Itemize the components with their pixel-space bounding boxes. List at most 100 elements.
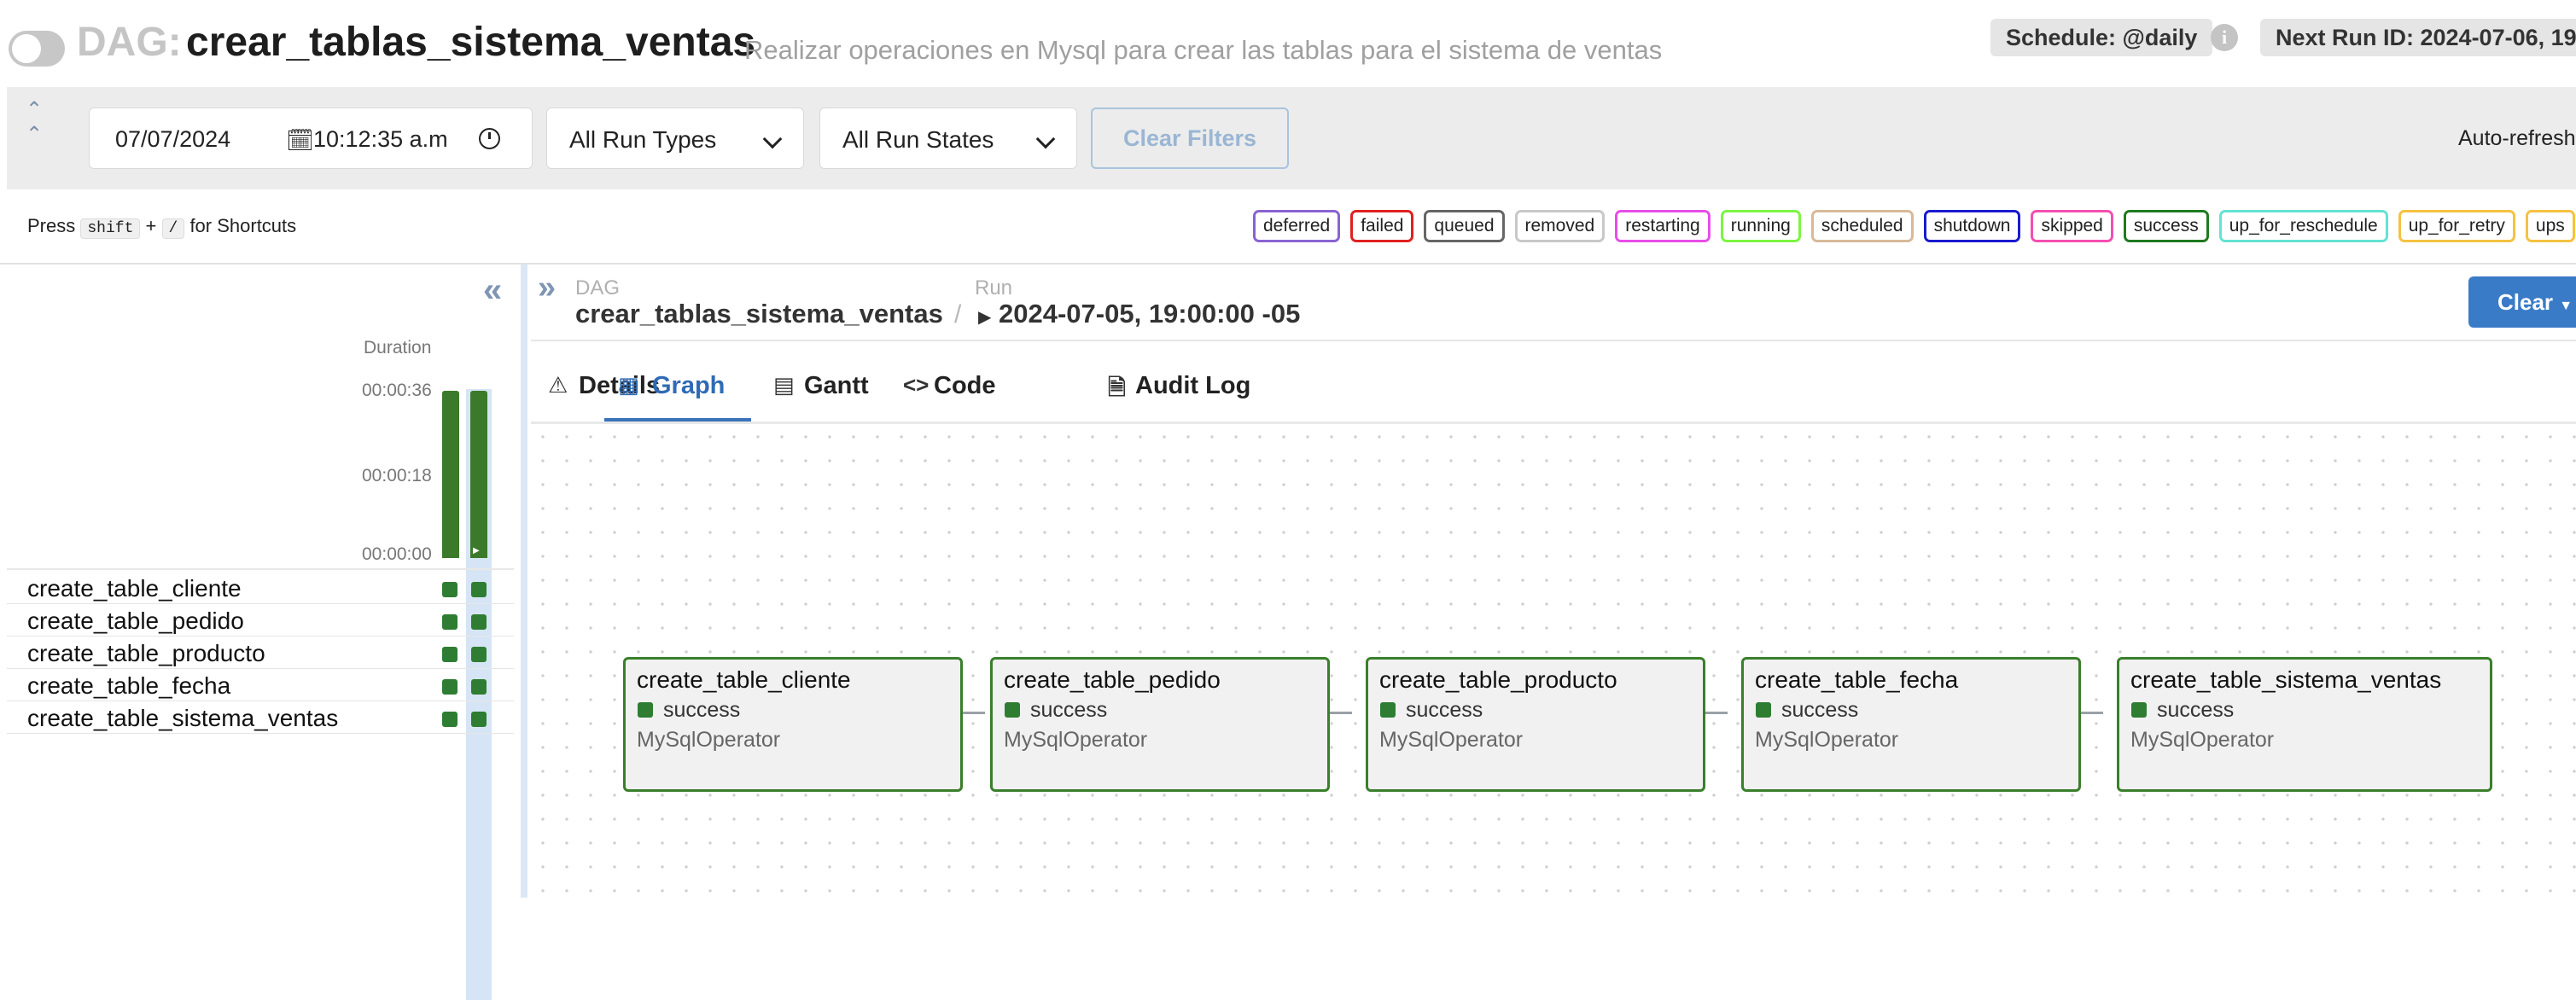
task-row[interactable]: create_table_fecha	[7, 669, 514, 701]
node-task-name: create_table_pedido	[1004, 666, 1221, 693]
run-types-select[interactable]: All Run Types	[546, 108, 804, 169]
task-name[interactable]: create_table_fecha	[27, 672, 230, 700]
legend-pill[interactable]: restarting	[1615, 210, 1711, 242]
graph-edge	[2081, 712, 2103, 714]
legend-pill[interactable]: success	[2123, 210, 2209, 242]
base-date-input[interactable]: 07/07/2024 🗓 10:12:35 a.m	[89, 108, 533, 169]
tab-code[interactable]: <> Code	[903, 350, 1005, 422]
kbd-shift: shift	[80, 218, 141, 239]
chevron-down-icon	[1035, 129, 1056, 149]
legend-pill[interactable]: up_for_retry	[2398, 210, 2515, 242]
task-row[interactable]: create_table_sistema_ventas	[7, 701, 514, 734]
task-row[interactable]: create_table_cliente	[7, 572, 514, 604]
document-search-icon: 🗎	[1108, 375, 1126, 400]
calendar-icon[interactable]: 🗓	[286, 127, 314, 154]
legend-pill[interactable]: scheduled	[1810, 210, 1914, 242]
clear-button[interactable]: Clear ▼	[2468, 276, 2576, 328]
graph-node[interactable]: create_table_fecha success MySqlOperator	[1741, 657, 2081, 792]
legend-pill[interactable]: running	[1720, 210, 1801, 242]
graph-canvas[interactable]: create_table_cliente success MySqlOperat…	[531, 425, 2576, 898]
task-row[interactable]: create_table_pedido	[7, 604, 514, 637]
tabs-divider	[531, 422, 2576, 424]
run-duration-bar[interactable]	[442, 391, 459, 558]
expand-grid-icon[interactable]: »	[538, 270, 556, 306]
grid-divider	[7, 568, 514, 570]
task-name[interactable]: create_table_producto	[27, 640, 265, 667]
task-instance-success[interactable]	[442, 679, 458, 695]
legend-pill[interactable]: failed	[1350, 210, 1414, 242]
breadcrumb-run-value: 2024-07-05, 19:00:00 -05	[999, 299, 1301, 328]
breadcrumb-dag[interactable]: crear_tablas_sistema_ventas	[575, 299, 943, 329]
grid-panel: « Duration 00:00:36 00:00:18 00:00:00 ▶ …	[0, 265, 521, 1000]
node-state: success	[663, 698, 741, 722]
clock-icon[interactable]	[479, 128, 500, 149]
tab-gantt-label: Gantt	[804, 372, 869, 399]
breadcrumb-run-label: Run	[975, 276, 1013, 299]
node-operator: MySqlOperator	[637, 728, 781, 752]
schedule-badge[interactable]: Schedule: @daily	[1990, 19, 2213, 56]
date-value: 07/07/2024	[115, 126, 231, 152]
shortcuts-press: Press	[27, 215, 76, 236]
auto-refresh-label[interactable]: Auto-refresh	[2458, 126, 2576, 151]
next-run-badge[interactable]: Next Run ID: 2024-07-06, 19	[2260, 19, 2576, 56]
legend-pill[interactable]: ups	[2525, 210, 2575, 242]
success-status-icon	[638, 702, 653, 718]
task-instance-success[interactable]	[471, 614, 487, 630]
tab-graph[interactable]: ▦ Graph	[604, 350, 751, 422]
caret-down-icon: ▼	[2559, 299, 2573, 313]
success-status-icon	[2131, 702, 2147, 718]
node-task-name: create_table_producto	[1379, 666, 1617, 693]
task-instance-success[interactable]	[442, 582, 458, 597]
dag-pause-toggle[interactable]	[9, 31, 65, 67]
run-duration-bar-selected[interactable]	[470, 391, 487, 558]
legend-pill[interactable]: shutdown	[1923, 210, 2021, 242]
duration-tick: 00:00:36	[362, 381, 432, 400]
gantt-icon: ▤	[773, 372, 795, 398]
duration-tick: 00:00:18	[362, 466, 432, 485]
tab-gantt[interactable]: ▤ Gantt	[773, 350, 884, 422]
legend-pill[interactable]: queued	[1424, 210, 1505, 242]
panel-resize-handle[interactable]	[521, 265, 527, 898]
task-name[interactable]: create_table_pedido	[27, 608, 244, 635]
info-icon[interactable]: i	[2211, 24, 2238, 51]
legend-pill[interactable]: deferred	[1253, 210, 1341, 242]
success-status-icon	[1380, 702, 1396, 718]
legend-pill[interactable]: up_for_reschedule	[2218, 210, 2388, 242]
node-task-name: create_table_fecha	[1755, 666, 1959, 693]
tab-code-label: Code	[934, 372, 996, 399]
task-instance-success[interactable]	[471, 647, 487, 662]
shortcuts-plus: +	[145, 215, 157, 236]
graph-edge	[1705, 712, 1728, 714]
legend-pill[interactable]: removed	[1514, 210, 1606, 242]
details-panel: » DAG crear_tablas_sistema_ventas / Run …	[527, 265, 2576, 898]
dag-prefix: DAG:	[77, 20, 182, 65]
run-states-select[interactable]: All Run States	[819, 108, 1077, 169]
task-instance-success[interactable]	[471, 679, 487, 695]
graph-node[interactable]: create_table_cliente success MySqlOperat…	[623, 657, 963, 792]
task-instance-success[interactable]	[442, 614, 458, 630]
legend-pill[interactable]: skipped	[2031, 210, 2113, 242]
tab-audit-log-label: Audit Log	[1135, 372, 1251, 399]
task-name[interactable]: create_table_sistema_ventas	[27, 705, 338, 732]
graph-node[interactable]: create_table_pedido success MySqlOperato…	[990, 657, 1330, 792]
run-types-label: All Run Types	[569, 126, 717, 153]
task-instance-success[interactable]	[471, 582, 487, 597]
graph-node[interactable]: create_table_producto success MySqlOpera…	[1366, 657, 1705, 792]
task-instance-success[interactable]	[471, 712, 487, 727]
task-row[interactable]: create_table_producto	[7, 637, 514, 669]
breadcrumb-separator: /	[954, 300, 962, 328]
tab-audit-log[interactable]: 🗎 Audit Log	[1108, 350, 1262, 422]
task-instance-success[interactable]	[442, 647, 458, 662]
clear-filters-button[interactable]: Clear Filters	[1091, 108, 1289, 169]
divider	[531, 340, 2576, 341]
task-name[interactable]: create_table_cliente	[27, 575, 242, 602]
caret-right-icon: ▶	[978, 308, 992, 327]
collapse-up-icon[interactable]: ⌃ ⌃	[26, 97, 43, 147]
graph-icon: ▦	[618, 372, 639, 398]
node-operator: MySqlOperator	[1004, 728, 1148, 752]
collapse-grid-icon[interactable]: «	[483, 271, 502, 310]
graph-node[interactable]: create_table_sistema_ventas success MySq…	[2117, 657, 2492, 792]
breadcrumb-run[interactable]: ▶ 2024-07-05, 19:00:00 -05	[978, 299, 1300, 329]
duration-tick: 00:00:00	[362, 544, 432, 564]
task-instance-success[interactable]	[442, 712, 458, 727]
